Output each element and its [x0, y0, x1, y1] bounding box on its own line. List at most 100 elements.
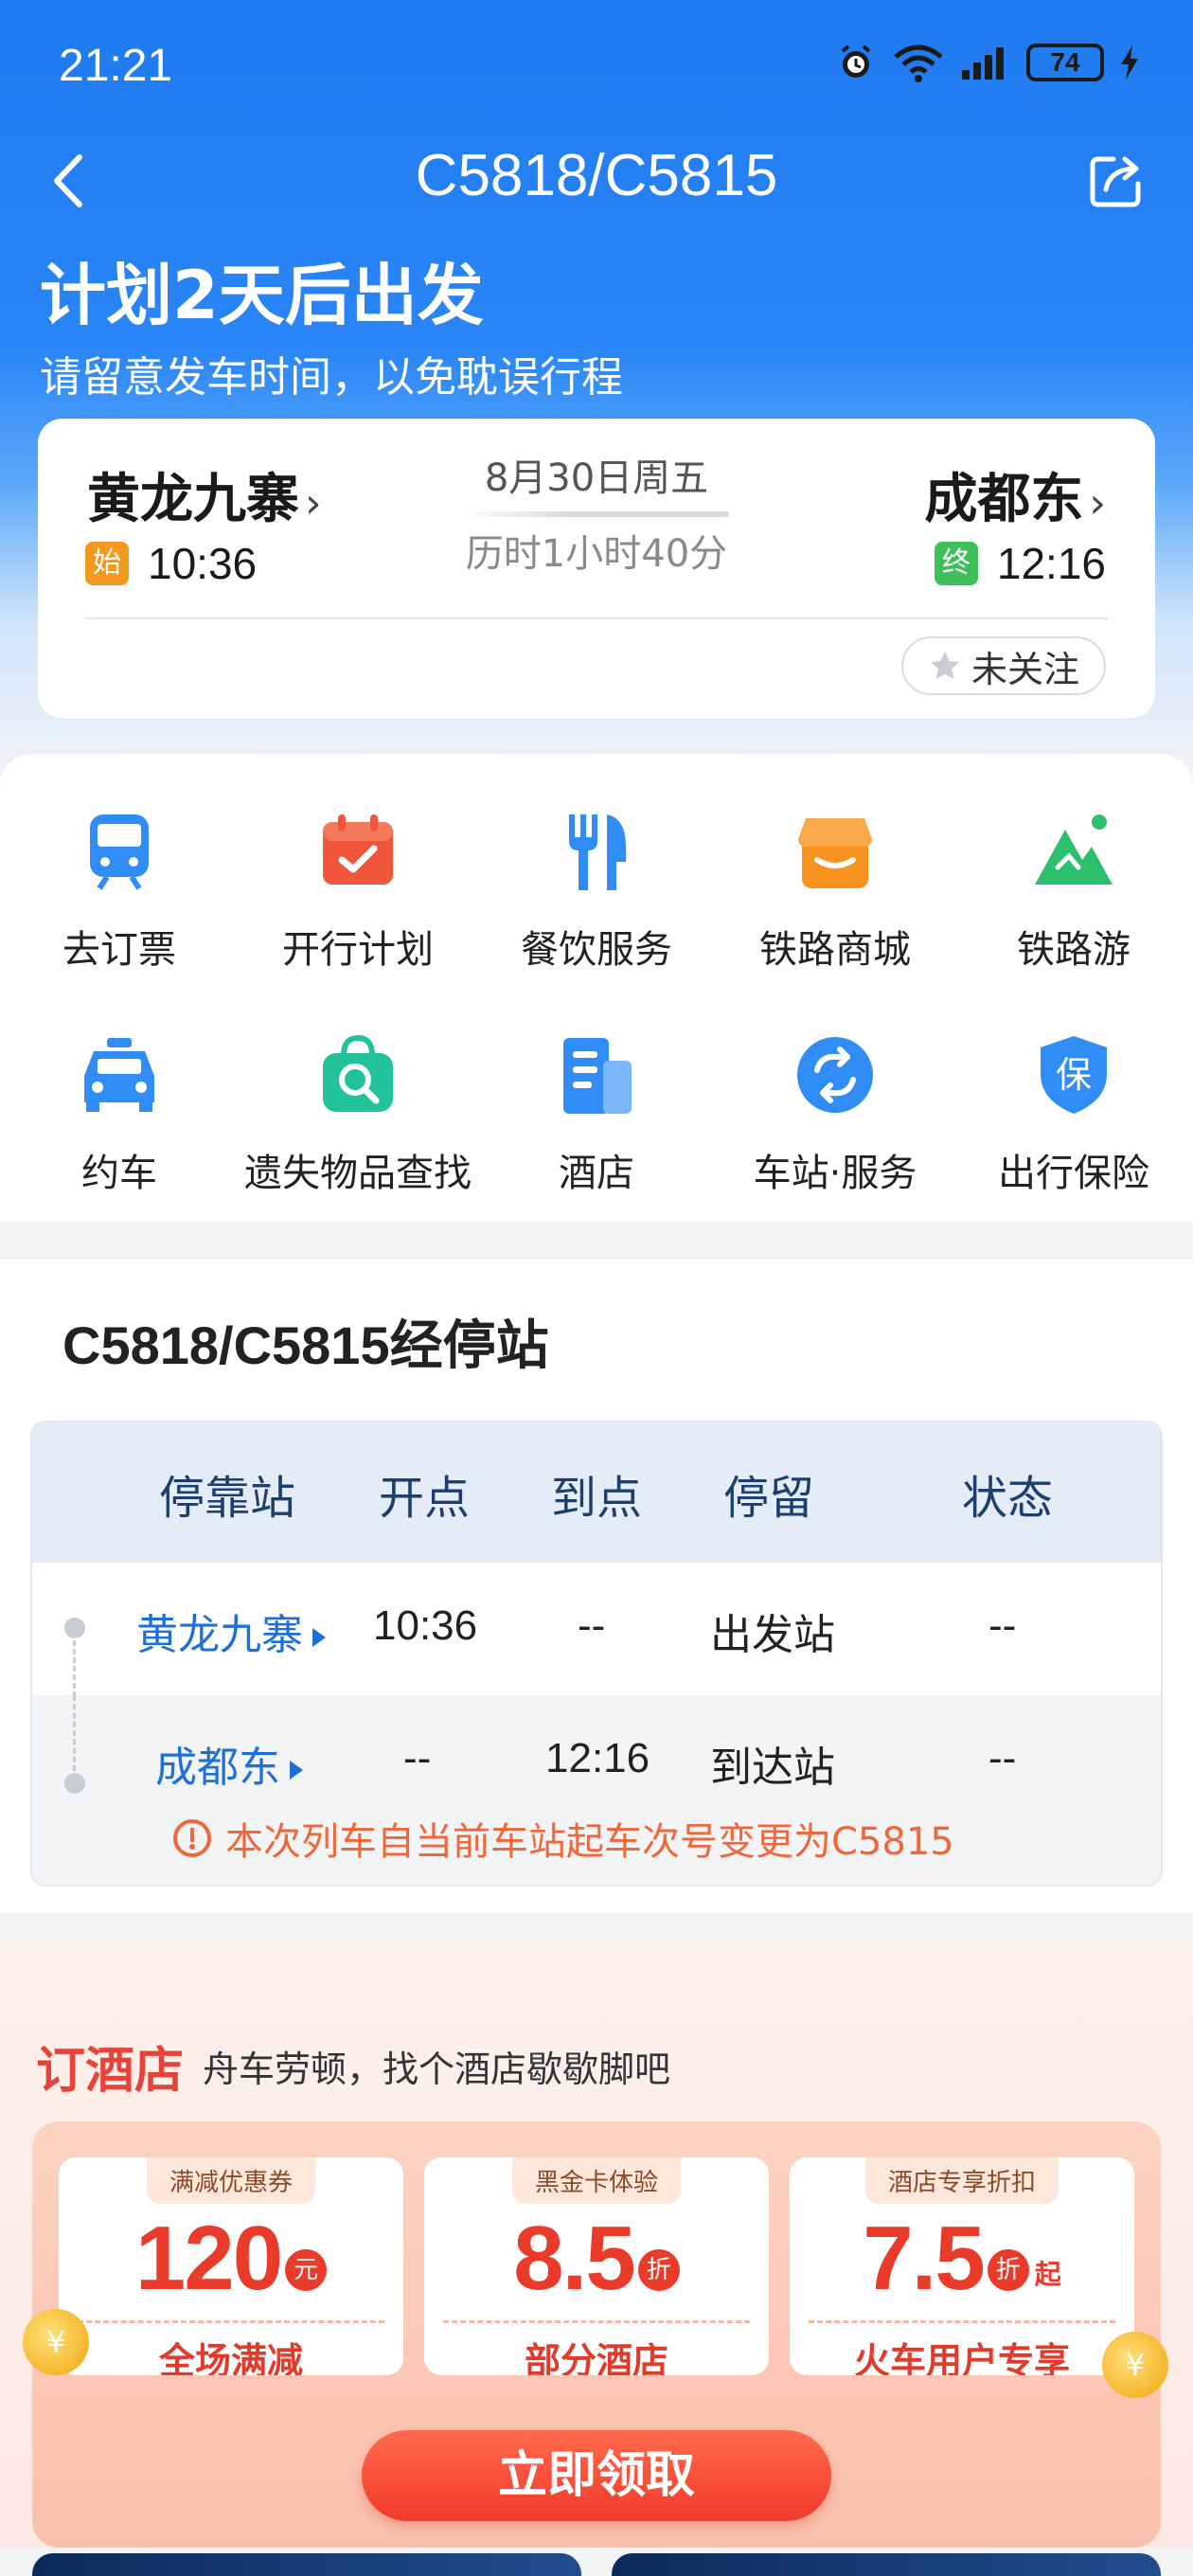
- page-title: C5818/C5815: [415, 143, 778, 208]
- service-label: 铁路游: [1017, 928, 1131, 972]
- service-label: 车站·服务: [753, 1152, 917, 1195]
- insurance-shield-icon: 保: [1041, 1036, 1107, 1114]
- service-mall[interactable]: 铁路商城: [716, 809, 954, 974]
- coupon-unit: 元: [285, 2249, 328, 2291]
- hotel-promo: 订酒店 舟车劳顿，找个酒店歇歇脚吧 满减优惠券 120 元 全场满减 黑金卡体验 …: [0, 1941, 1193, 2548]
- train-ticket-icon: [90, 814, 149, 890]
- stop-station-name: 黄龙九寨: [136, 1611, 303, 1659]
- timeline-dot: [64, 1618, 85, 1638]
- notice-text: 本次列车自当前车站起车次号变更为C5815: [225, 1820, 954, 1864]
- triangle-right-icon: [290, 1761, 303, 1780]
- hotel-building-icon: [563, 1038, 632, 1114]
- arrive-time: 12:16: [996, 539, 1106, 588]
- promo-card-peek[interactable]: [32, 2553, 581, 2576]
- wifi-icon: [894, 45, 943, 82]
- table-header: 停靠站 开点 到点 停留 状态: [32, 1422, 1161, 1563]
- stop-arrive: --: [578, 1602, 606, 1649]
- stop-station-name: 成都东: [155, 1744, 280, 1792]
- service-tourism[interactable]: 铁路游: [954, 809, 1193, 974]
- stops-table: 停靠站 开点 到点 停留 状态 黄龙九寨 10:36 -- 出发站 -- 成都东…: [30, 1421, 1163, 1887]
- to-station[interactable]: 成都东 ›: [924, 456, 1106, 533]
- services-grid: 去订票 开行计划 餐饮服务 铁路商城 铁路游 约车 遗失物品查找 酒店 车站·服…: [0, 754, 1193, 1222]
- coupon-value-row: 120 元: [59, 2207, 403, 2311]
- timeline-dot: [64, 1773, 85, 1794]
- table-row[interactable]: 黄龙九寨 10:36 -- 出发站 --: [32, 1563, 1161, 1697]
- coupon-card[interactable]: 黑金卡体验 8.5 折 部分酒店: [424, 2157, 769, 2375]
- share-icon[interactable]: [1085, 150, 1148, 212]
- stop-station-link[interactable]: 成都东: [155, 1733, 303, 1794]
- alarm-icon: [841, 45, 871, 78]
- service-book-ticket[interactable]: 去订票: [0, 809, 239, 974]
- plan-subtitle: 请留意发车时间，以免耽误行程: [40, 353, 623, 402]
- trip-card: 黄龙九寨 › 始 10:36 8月30日周五 历时1小时40分 成都东 › 终 12…: [38, 419, 1155, 718]
- coupon-value-row: 7.5 折起: [790, 2207, 1134, 2311]
- coupon-tag: 满减优惠券: [146, 2157, 316, 2204]
- coupon-divider: [78, 2320, 384, 2323]
- service-catering[interactable]: 餐饮服务: [477, 809, 716, 974]
- coupon-suffix: 起: [1034, 2259, 1061, 2290]
- promo-card-peek[interactable]: [612, 2553, 1161, 2576]
- service-label: 餐饮服务: [521, 928, 672, 972]
- service-label: 约车: [81, 1152, 157, 1195]
- service-label: 开行计划: [282, 928, 434, 972]
- coupon-unit: 折: [637, 2249, 680, 2291]
- stop-station-link[interactable]: 黄龙九寨: [136, 1601, 326, 1661]
- status-time: 21:21: [59, 41, 173, 91]
- coupon-card[interactable]: 酒店专享折扣 7.5 折起 火车用户专享: [790, 2157, 1134, 2375]
- coupon-value: 7.5: [863, 2208, 985, 2309]
- service-schedule[interactable]: 开行计划: [239, 809, 477, 974]
- follow-label: 未关注: [970, 648, 1079, 690]
- hotel-title: 订酒店: [36, 2043, 185, 2100]
- svg-text:保: 保: [1056, 1054, 1092, 1096]
- status-bar: 21:21 74: [0, 0, 1193, 133]
- header-status: 状态: [962, 1472, 1054, 1525]
- coin-icon: ¥: [1102, 2332, 1168, 2398]
- station-service-icon: [797, 1037, 873, 1113]
- coupon-unit: 折: [987, 2249, 1029, 2291]
- header-station: 停靠站: [159, 1472, 296, 1525]
- coupon-value: 8.5: [513, 2208, 635, 2309]
- claim-button[interactable]: 立即领取: [362, 2430, 831, 2521]
- stop-depart: --: [403, 1735, 432, 1781]
- stop-stay: 出发站: [710, 1611, 835, 1659]
- coupon-card[interactable]: 满减优惠券 120 元 全场满减: [59, 2157, 403, 2375]
- service-insurance[interactable]: 保 出行保险: [954, 1032, 1193, 1197]
- service-station[interactable]: 车站·服务: [716, 1032, 954, 1197]
- service-label: 遗失物品查找: [244, 1152, 472, 1195]
- service-hotel[interactable]: 酒店: [477, 1032, 716, 1197]
- follow-button[interactable]: 未关注: [900, 636, 1106, 695]
- stop-status: --: [988, 1602, 1017, 1649]
- hotel-subtitle: 舟车劳顿，找个酒店歇歇脚吧: [203, 2048, 671, 2090]
- header-stay: 停留: [723, 1472, 815, 1525]
- to-station-label: 成都东: [924, 469, 1084, 530]
- end-badge: 终: [934, 542, 978, 585]
- warning-icon: [173, 1819, 211, 1857]
- service-lost-found[interactable]: 遗失物品查找: [239, 1032, 477, 1197]
- table-row[interactable]: 成都东 -- 12:16 到达站 -- 本次列车自当前车站起车次号变更为C581…: [32, 1695, 1161, 1885]
- plan-title: 计划2天后出发: [40, 257, 484, 334]
- header-depart: 开点: [379, 1472, 471, 1525]
- service-car[interactable]: 约车: [0, 1032, 239, 1197]
- stop-depart: 10:36: [373, 1602, 478, 1649]
- stop-stay: 到达站: [710, 1744, 835, 1792]
- mountain-icon: [1035, 814, 1113, 885]
- timeline-line: [73, 1695, 76, 1771]
- battery-indicator: 74: [1026, 44, 1104, 81]
- status-icons: 74: [835, 42, 1140, 83]
- coupon-desc: 部分酒店: [524, 2340, 668, 2375]
- nav-bar: C5818/C5815: [0, 133, 1193, 227]
- coin-icon: ¥: [23, 2309, 89, 2375]
- stop-arrive: 12:16: [545, 1735, 650, 1781]
- header-arrive: 到点: [551, 1472, 643, 1525]
- signal-icon: [962, 47, 1004, 80]
- coupon-desc: 全场满减: [158, 2340, 303, 2375]
- coupon-divider: [809, 2320, 1115, 2323]
- car-icon: [84, 1038, 154, 1112]
- coupon-divider: [443, 2320, 750, 2323]
- duration-line: [464, 511, 729, 517]
- triangle-right-icon: [312, 1628, 326, 1647]
- stops-section: C5818/C5815经停站 停靠站 开点 到点 停留 状态 黄龙九寨 10:3…: [0, 1260, 1193, 1913]
- fork-knife-icon: [569, 814, 626, 890]
- coupon-value-row: 8.5 折: [424, 2207, 769, 2311]
- service-label: 铁路商城: [759, 928, 911, 972]
